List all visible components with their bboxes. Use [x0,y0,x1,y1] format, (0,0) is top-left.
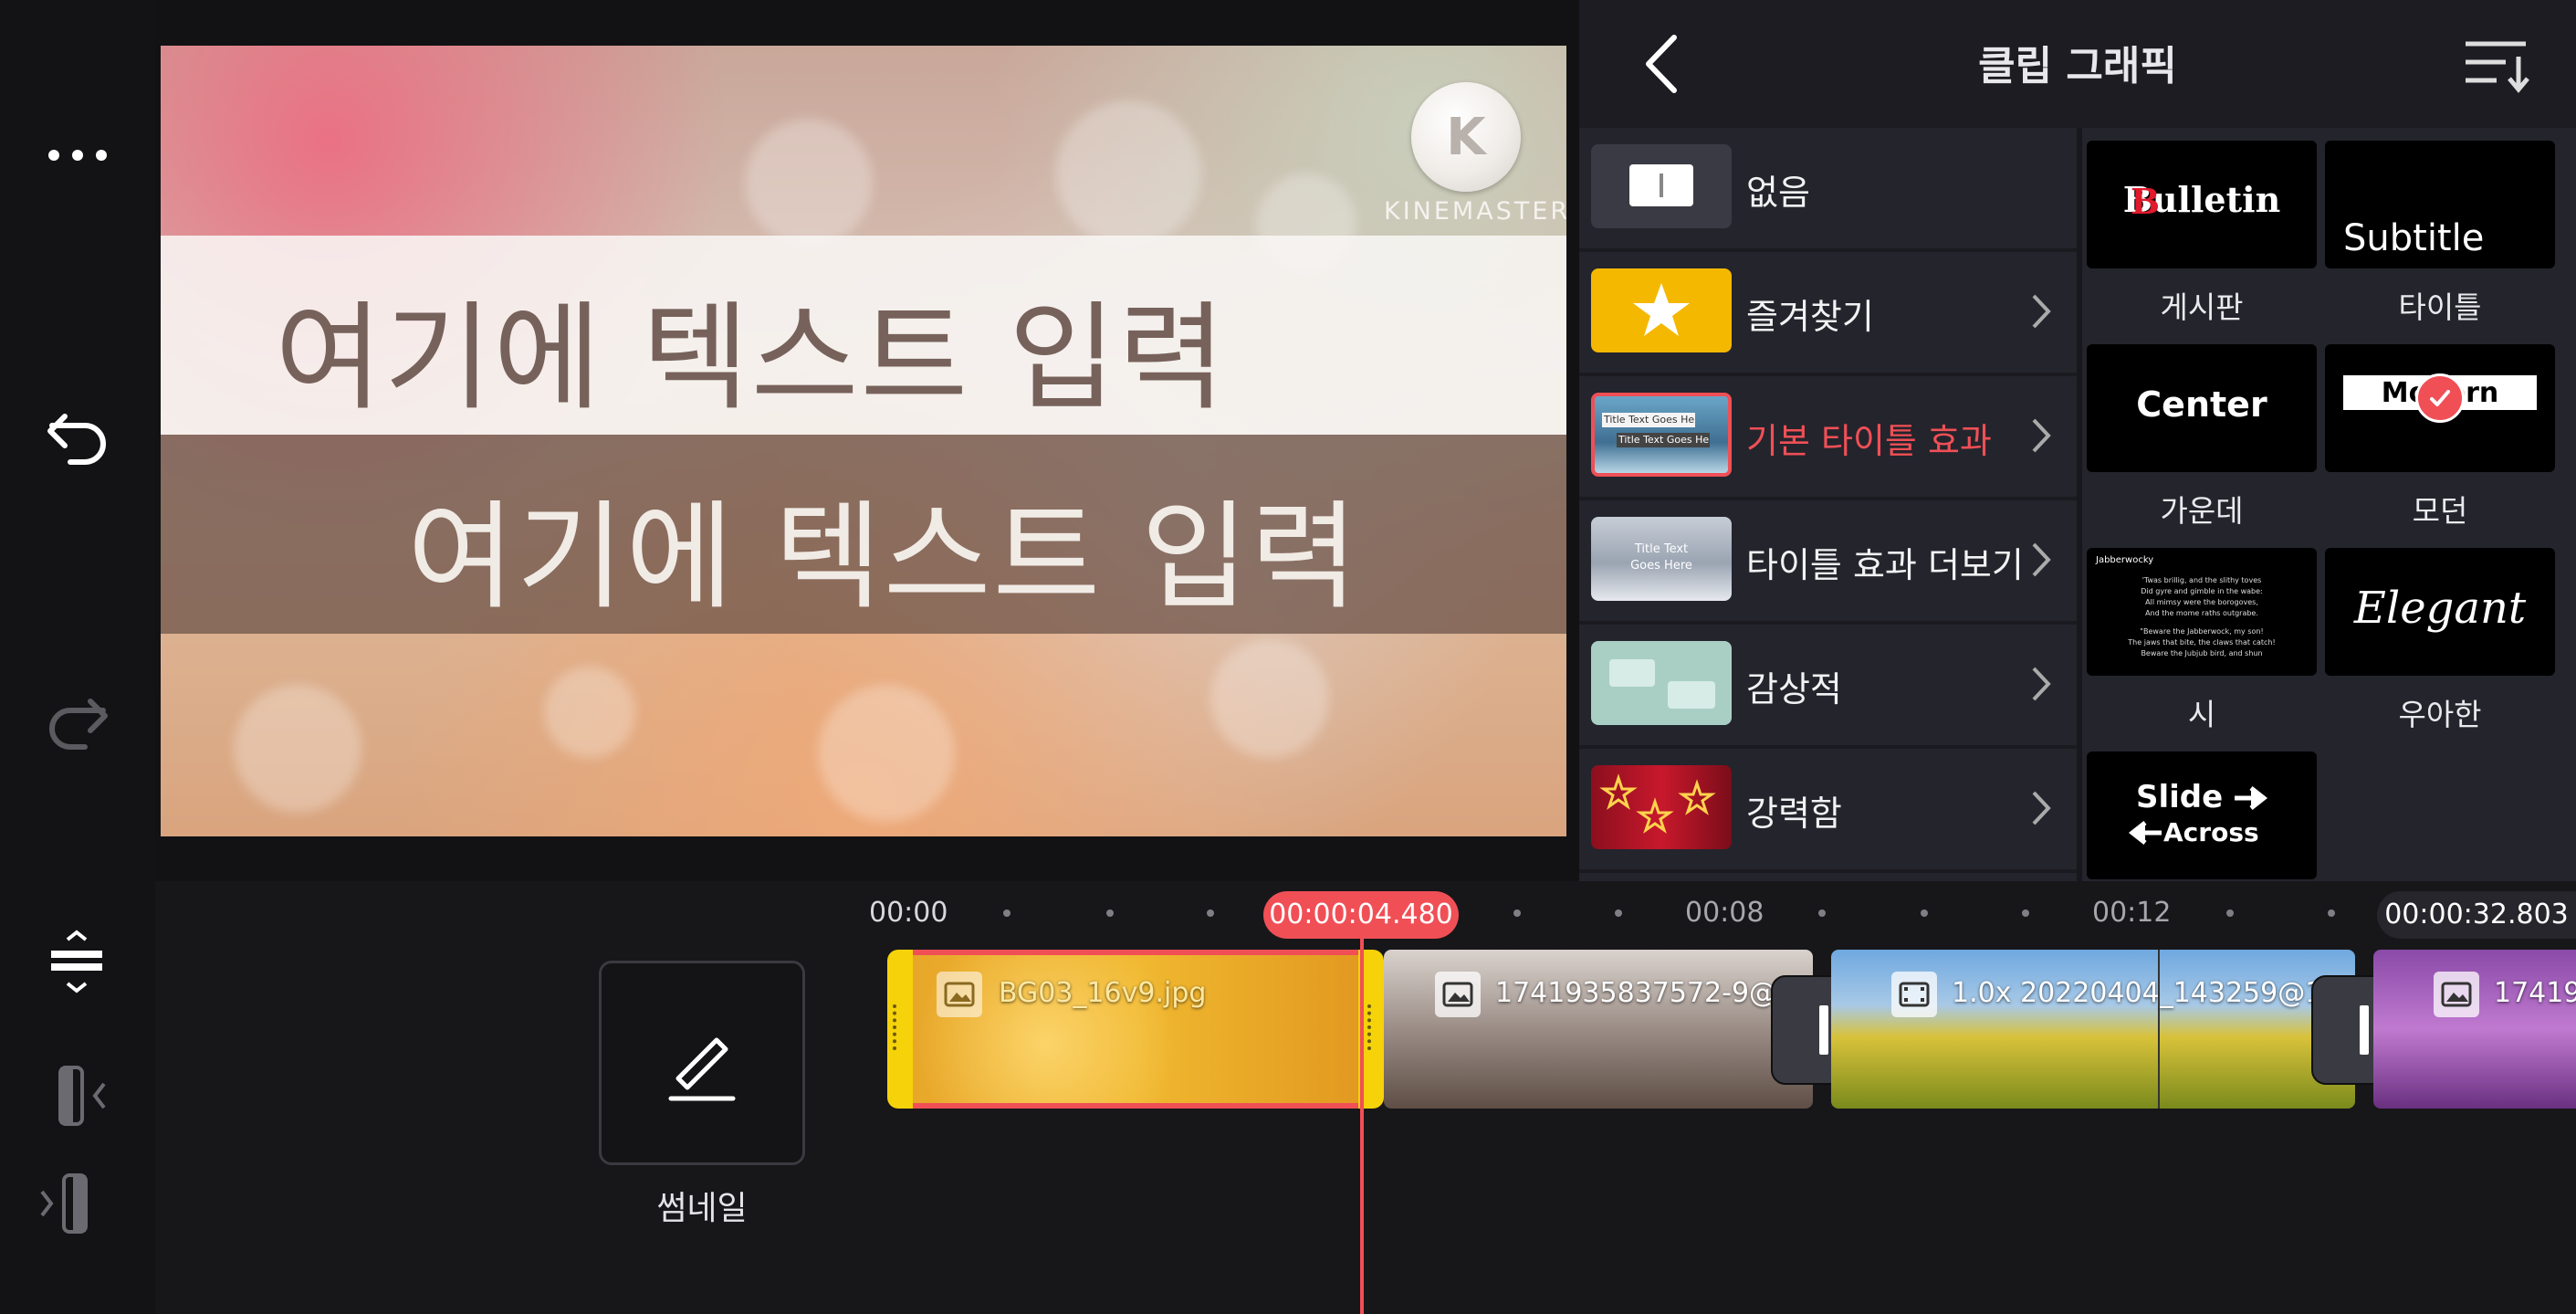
star-icon [1591,268,1732,352]
chevron-right-icon [2032,294,2051,329]
category-label: 없음 [1746,173,1810,213]
effect-modern[interactable]: Modern [2325,344,2555,472]
effect-elegant[interactable]: Elegant [2325,548,2555,676]
clip-3[interactable]: 1.0x 20220404_143259@1 [1831,950,2355,1109]
trim-start-icon[interactable] [51,1064,115,1128]
effect-poem[interactable]: Jabberwocky 'Twas brillig, and the slith… [2087,548,2317,676]
expand-tracks-icon[interactable] [40,927,113,1000]
effect-grid: Bulletin B 게시판 Subtitle 타이틀 Center 가운데 M… [2082,128,2576,881]
ruler-label: 00:12 [2092,897,2172,929]
chevron-right-icon [2032,791,2051,825]
clip-name: 1.0x 20220404_143259@1 [1952,977,2323,1009]
total-duration: 00:00:32.803 [2377,891,2576,939]
thumbnail-label: 썸네일 [656,1190,748,1227]
undo-icon[interactable] [37,402,119,475]
category-powerful[interactable]: 강력함 [1579,749,2077,873]
pencil-icon [668,1037,736,1101]
none-thumb [1591,144,1732,228]
image-clip-icon [1435,972,1481,1017]
ruler-label: 00:08 [1685,897,1764,929]
playhead-line[interactable] [1360,939,1364,1314]
category-none[interactable]: 없음 [1579,128,2077,252]
category-label: 즐겨찾기 [1746,297,1874,337]
ruler-label: 00:00 [869,897,948,929]
panel-title: 클립 그래픽 [1978,43,2177,89]
kinemaster-logo-icon: K [1411,82,1521,192]
basic-title-thumb: Title Text Goes Here Title Text Goes Her… [1591,393,1732,477]
video-preview[interactable]: 여기에 텍스트 입력 여기에 텍스트 입력 K KINEMASTER [161,46,1566,836]
emotional-thumb [1591,641,1732,725]
title-text-line1[interactable]: 여기에 텍스트 입력 [275,263,1227,432]
video-clip-icon [1891,972,1937,1017]
thumbnail-button[interactable] [599,961,805,1165]
more-options-icon[interactable] [37,128,119,183]
category-label: 기본 타이틀 효과 [1746,421,1992,461]
category-basic-title[interactable]: Title Text Goes Here Title Text Goes Her… [1579,376,2077,500]
clip-2[interactable]: 1741935837572-9@ [1384,950,1813,1109]
image-clip-icon [937,972,982,1017]
redo-icon[interactable] [37,687,119,760]
effect-label: 모던 [2412,493,2468,529]
category-favorites[interactable]: 즐겨찾기 [1579,252,2077,376]
clip-graphics-panel: 클립 그래픽 없음 즐겨찾기 Title Text Goes Here Titl… [1579,0,2576,881]
effect-label: 우아한 [2398,697,2482,732]
trim-end-icon[interactable] [37,1172,100,1235]
sort-icon[interactable] [2460,33,2533,97]
panel-header: 클립 그래픽 [1579,0,2576,128]
chevron-right-icon [2032,667,2051,701]
kinemaster-watermark: K KINEMASTER [1384,82,1566,226]
arrow-right-icon [2235,786,2268,810]
effect-center[interactable]: Center [2087,344,2317,472]
more-title-thumb: Title Text Goes Here [1591,517,1732,601]
clip-selected[interactable]: BG03_16v9.jpg [887,950,1384,1109]
effect-label: 시 [2187,697,2216,732]
playhead-time[interactable]: 00:00:04.480 [1263,891,1459,939]
clip-name: 17419 [2494,977,2576,1009]
watermark-text: KINEMASTER [1384,197,1566,226]
clip-4[interactable]: 17419 [2373,950,2576,1109]
effect-slide-across[interactable]: Slide Across [2087,752,2317,879]
category-emotional[interactable]: 감상적 [1579,625,2077,749]
effect-subtitle[interactable]: Subtitle [2325,141,2555,268]
stars-thumb [1591,765,1732,849]
title-text-line2[interactable]: 여기에 텍스트 입력 [407,462,1359,631]
image-clip-icon [2434,972,2479,1017]
clip-name: BG03_16v9.jpg [999,977,1207,1009]
effect-label: 가운데 [2160,493,2244,529]
category-label: 타이틀 효과 더보기 [1746,545,2024,585]
effect-bulletin[interactable]: Bulletin B [2087,141,2317,268]
left-toolbar [0,0,155,881]
category-label: 강력함 [1746,794,1842,834]
effect-label: 게시판 [2160,289,2244,325]
category-list: 없음 즐겨찾기 Title Text Goes Here Title Text … [1579,128,2077,881]
chevron-right-icon [2032,542,2051,577]
arrow-left-icon [2128,821,2162,845]
timeline-tools [0,881,155,1314]
category-label: 감상적 [1746,669,1842,710]
effect-label: 타이틀 [2398,289,2482,325]
check-icon [2415,373,2465,423]
category-more-title[interactable]: Title Text Goes Here 타이틀 효과 더보기 [1579,500,2077,625]
clip-name: 1741935837572-9@ [1495,977,1777,1009]
chevron-right-icon [2032,418,2051,453]
